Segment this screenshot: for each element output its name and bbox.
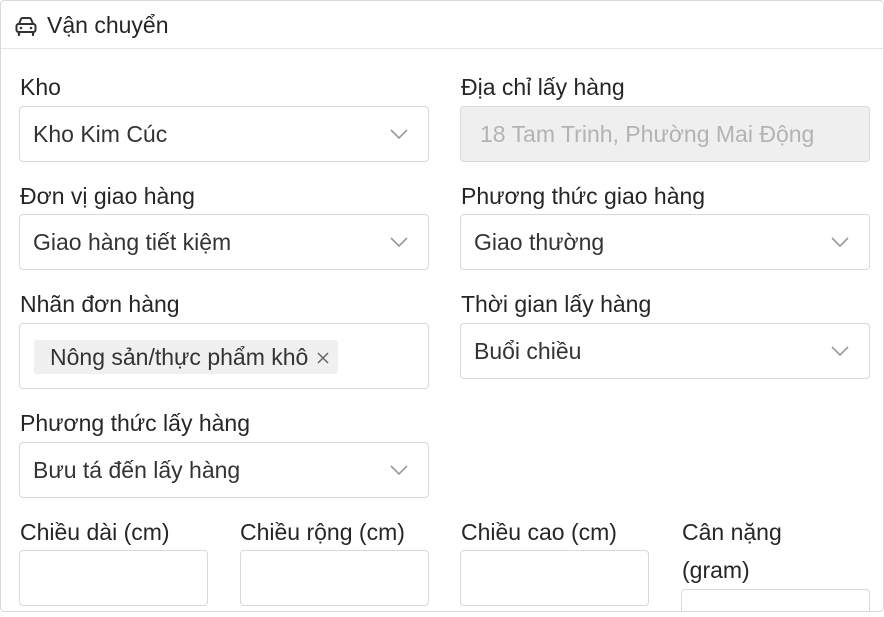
pickup-time-value: Buổi chiều [474,338,582,364]
section-title: Vận chuyển [47,12,169,38]
chevron-down-icon [831,237,849,248]
weight-label: Cân nặng [682,519,782,545]
delivery-method-select[interactable]: Giao thường [460,214,870,270]
chevron-down-icon [390,237,408,248]
width-input[interactable] [240,550,429,606]
chevron-down-icon [390,465,408,476]
warehouse-select[interactable]: Kho Kim Cúc [19,106,429,162]
weight-unit-label: (gram) [682,557,750,583]
length-input[interactable] [19,550,208,606]
height-label: Chiều cao (cm) [461,519,617,545]
carrier-select[interactable]: Giao hàng tiết kiệm [19,214,429,270]
pickup-method-label: Phương thức lấy hàng [20,410,251,436]
order-tags-multiselect[interactable]: Nông sản/thực phẩm khô [19,323,429,389]
width-label: Chiều rộng (cm) [240,519,405,545]
pickup-address-label: Địa chỉ lấy hàng [461,74,625,100]
pickup-time-select[interactable]: Buổi chiều [460,323,870,379]
card-header: Vận chuyển [1,1,883,49]
tag-label: Nông sản/thực phẩm khô [50,344,309,370]
close-icon[interactable] [316,351,330,365]
shipping-card: Vận chuyển Kho Kho Kim Cúc Địa chỉ lấy h… [0,0,884,612]
weight-input[interactable] [681,589,870,611]
delivery-method-value: Giao thường [474,229,605,255]
tag-chip: Nông sản/thực phẩm khô [34,340,339,374]
delivery-method-label: Phương thức giao hàng [461,183,706,209]
pickup-address-field: 18 Tam Trinh, Phường Mai Động [460,106,870,162]
chevron-down-icon [390,129,408,140]
height-input[interactable] [460,550,649,606]
pickup-method-select[interactable]: Bưu tá đến lấy hàng [19,442,429,498]
chevron-down-icon [831,346,849,357]
warehouse-label: Kho [20,74,61,100]
carrier-label: Đơn vị giao hàng [20,183,195,209]
carrier-value: Giao hàng tiết kiệm [33,229,232,255]
car-icon [15,17,37,37]
order-tags-label: Nhãn đơn hàng [20,291,180,317]
pickup-address-value: 18 Tam Trinh, Phường Mai Động [480,121,815,147]
pickup-time-label: Thời gian lấy hàng [461,291,652,317]
pickup-method-value: Bưu tá đến lấy hàng [33,457,241,483]
length-label: Chiều dài (cm) [20,519,170,545]
warehouse-value: Kho Kim Cúc [33,121,168,147]
